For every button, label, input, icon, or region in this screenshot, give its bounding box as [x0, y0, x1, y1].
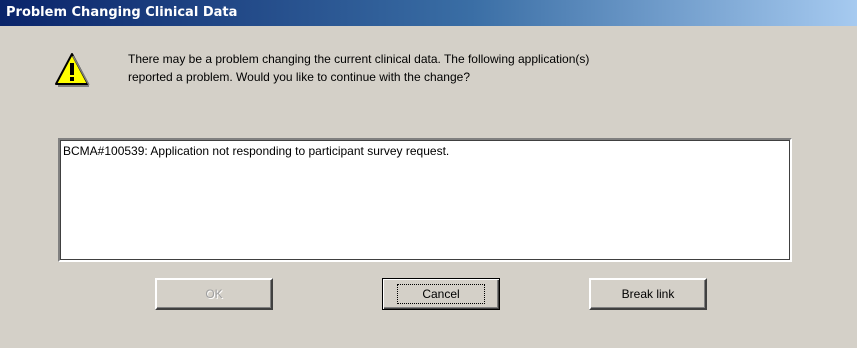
break-link-button-label: Break link	[621, 287, 675, 301]
break-link-button[interactable]: Break link	[589, 278, 707, 310]
ok-button[interactable]: OK	[155, 278, 273, 310]
ok-button-label: OK	[205, 287, 223, 301]
problem-dialog: Problem Changing Clinical Data There may…	[0, 0, 857, 348]
warning-icon	[55, 53, 90, 87]
cancel-button-label: Cancel	[397, 284, 485, 304]
dialog-title: Problem Changing Clinical Data	[0, 0, 857, 26]
details-textbox[interactable]: BCMA#100539: Application not responding …	[58, 138, 792, 262]
dialog-message: There may be a problem changing the curr…	[128, 52, 590, 84]
details-text: BCMA#100539: Application not responding …	[63, 144, 450, 158]
cancel-button[interactable]: Cancel	[382, 278, 500, 310]
